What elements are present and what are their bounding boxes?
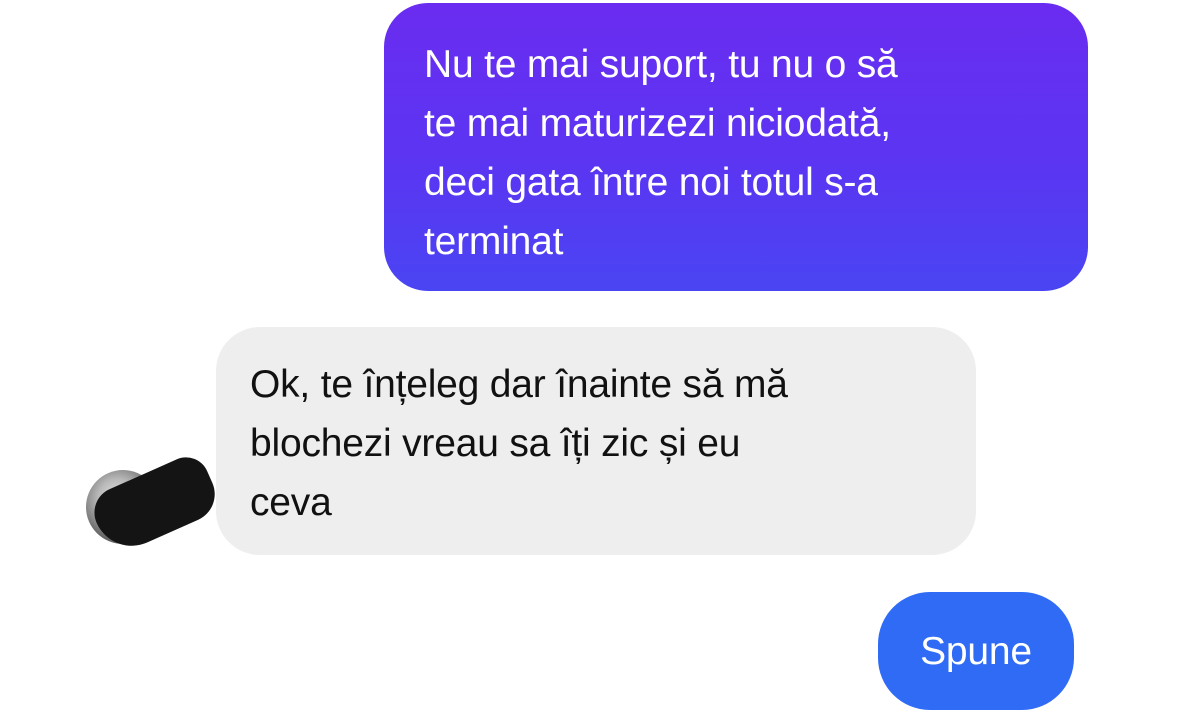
sent-message-bubble-reply[interactable]: Spune [878,592,1074,710]
received-message-bubble[interactable]: Ok, te înțeleg dar înainte să mă blochez… [216,327,976,555]
chat-thread: Nu te mai suport, tu nu o să te mai matu… [0,0,1200,710]
sent-message-bubble[interactable]: Nu te mai suport, tu nu o să te mai matu… [384,3,1088,291]
avatar-redaction-mark [86,449,224,559]
